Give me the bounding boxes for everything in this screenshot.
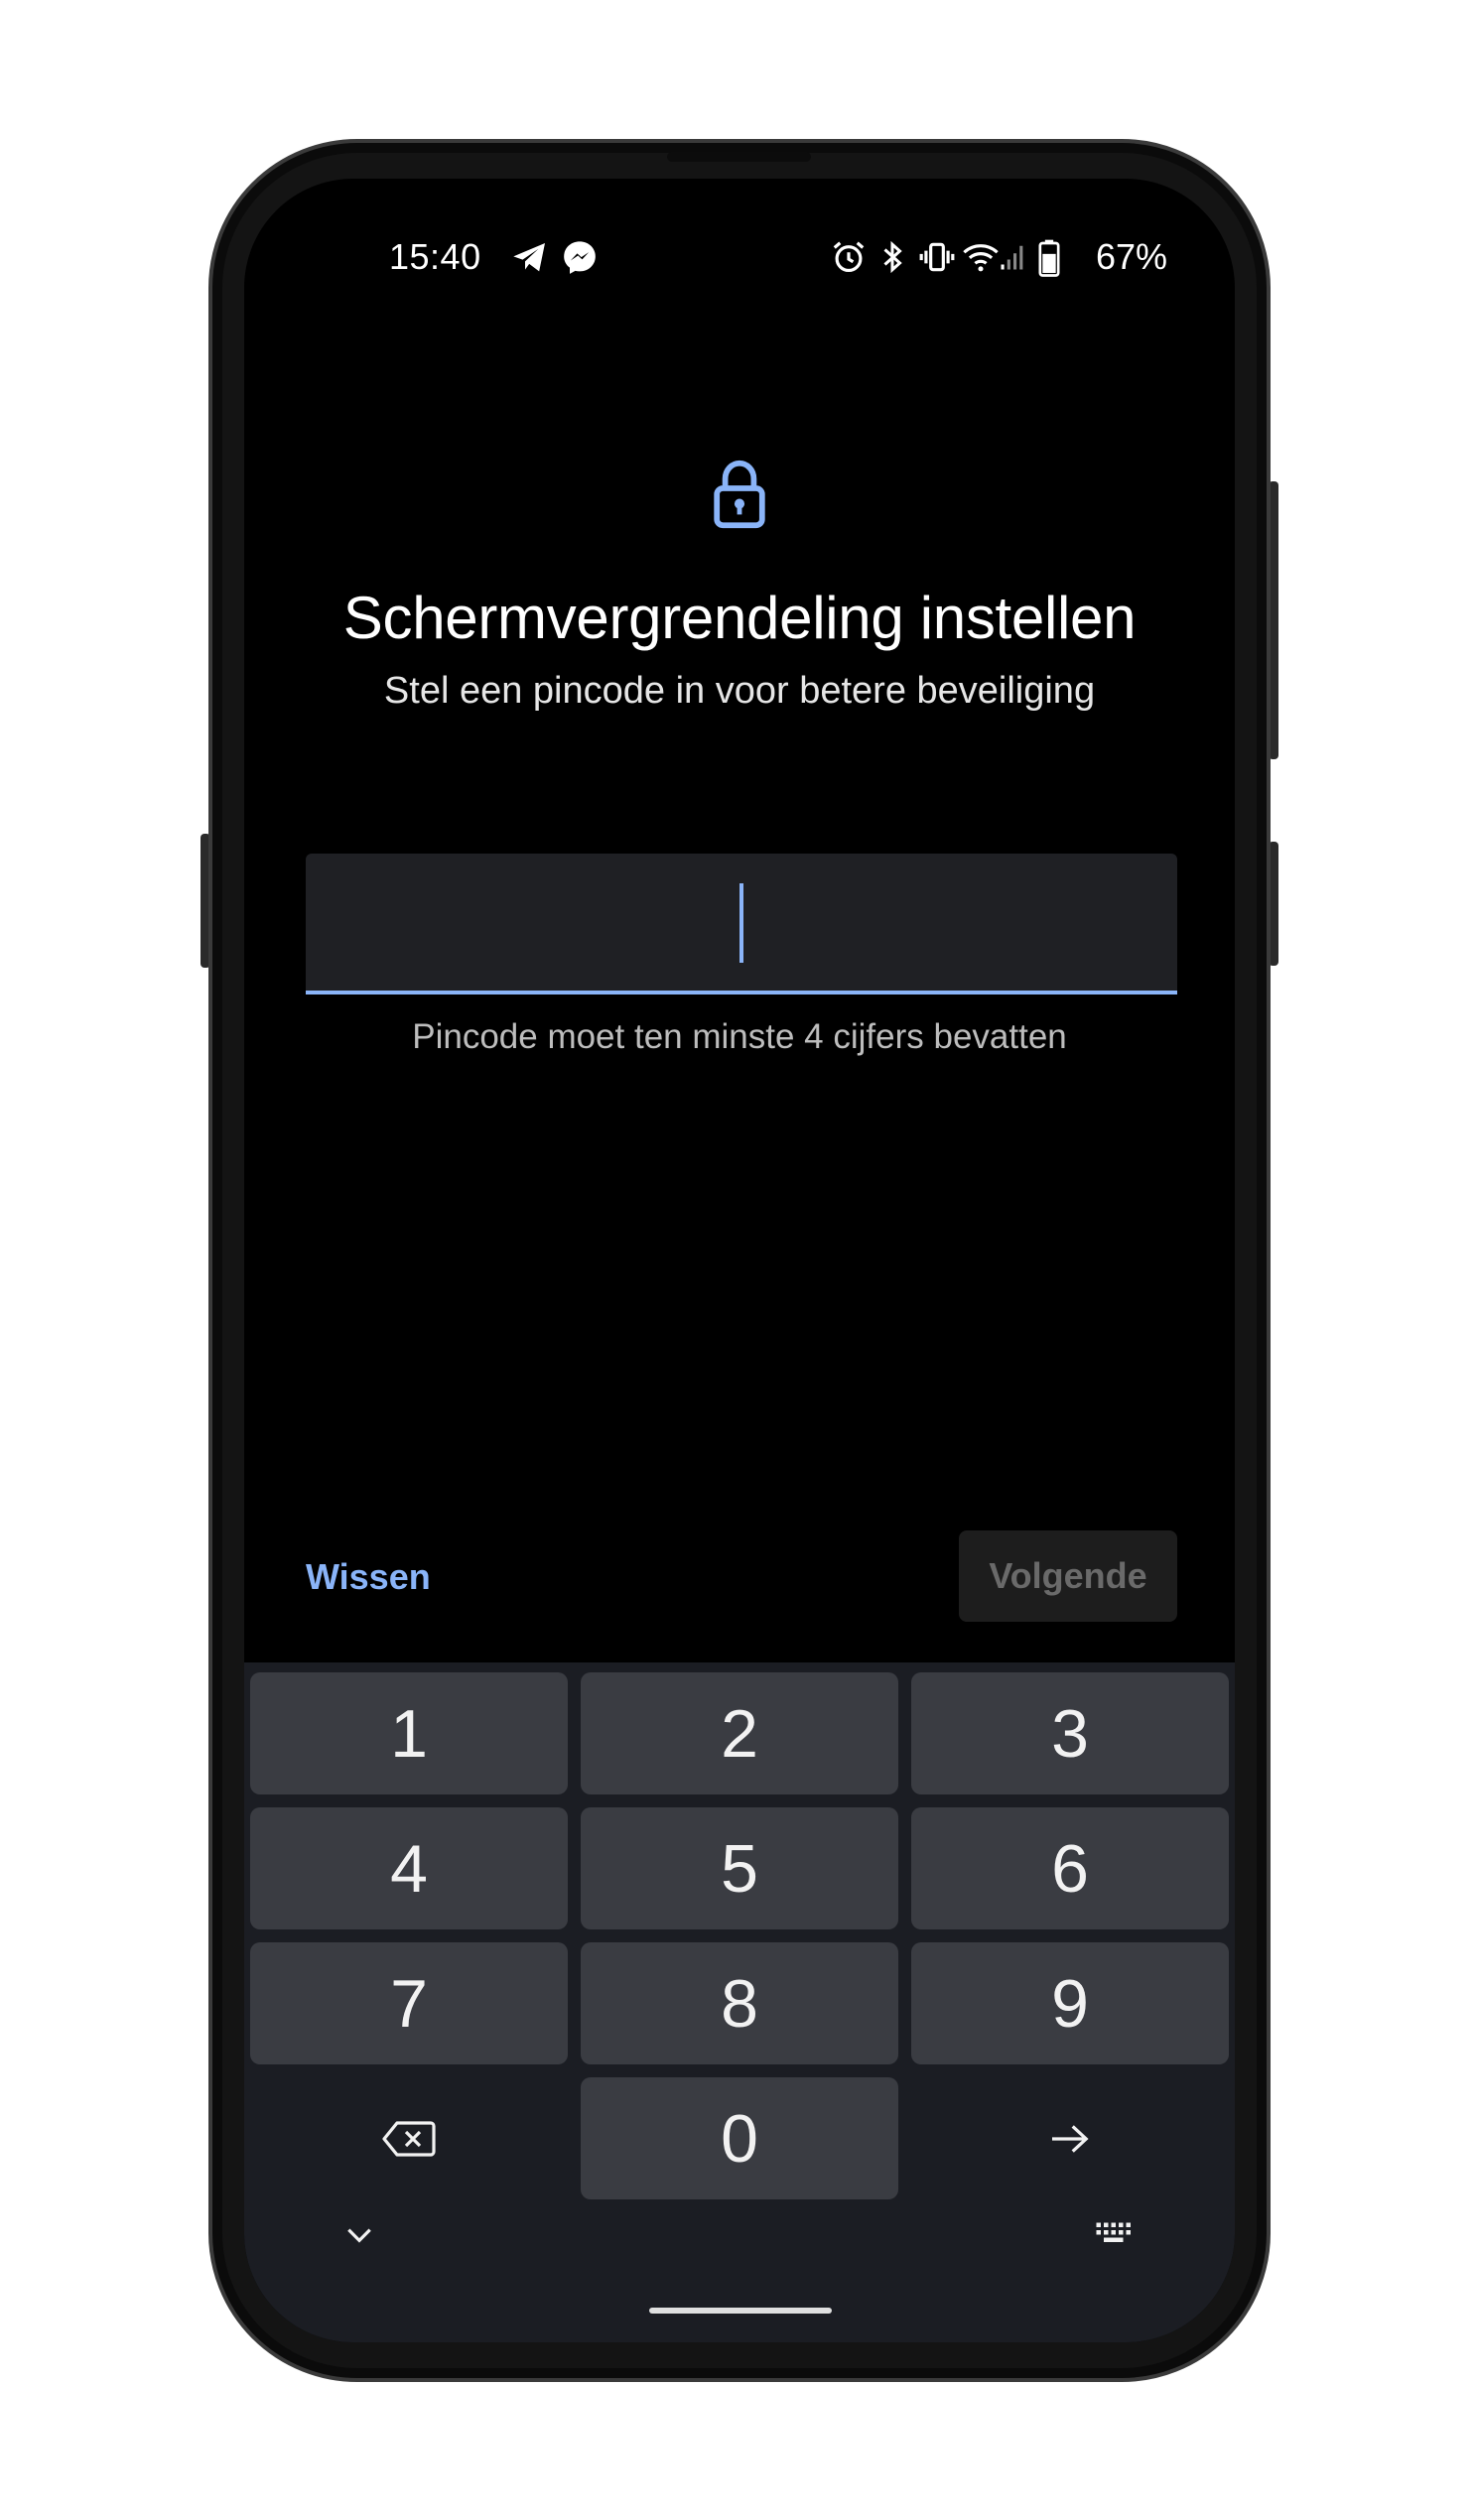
lock-icon — [714, 460, 765, 529]
key-1[interactable]: 1 — [250, 1672, 568, 1794]
page-title: Schermvergrendeling instellen — [342, 585, 1137, 651]
home-indicator[interactable] — [649, 2308, 832, 2314]
key-3[interactable]: 3 — [911, 1672, 1229, 1794]
key-4[interactable]: 4 — [250, 1807, 568, 1929]
key-0[interactable]: 0 — [581, 2077, 898, 2199]
page-subtitle: Stel een pincode in voor betere beveilig… — [383, 670, 1096, 712]
key-5[interactable]: 5 — [581, 1807, 898, 1929]
key-6[interactable]: 6 — [911, 1807, 1229, 1929]
battery-icon — [1038, 239, 1060, 277]
key-9[interactable]: 9 — [911, 1942, 1229, 2064]
pin-input[interactable] — [306, 854, 1177, 995]
backspace-icon — [382, 2120, 436, 2157]
pin-hint: Pincode moet ten minste 4 cijfers bevatt… — [412, 1017, 1067, 1056]
key-8[interactable]: 8 — [581, 1942, 898, 2064]
earpiece-speaker — [667, 152, 811, 162]
bluetooth-icon — [883, 240, 902, 274]
status-time: 15:40 — [389, 236, 481, 277]
wifi-icon — [963, 244, 999, 272]
key-7[interactable]: 7 — [250, 1942, 568, 2064]
numeric-keyboard: 1 2 3 4 5 6 7 8 9 0 — [244, 1662, 1235, 2342]
telegram-icon — [513, 243, 545, 272]
phone-screen: 15:40 67% Schermvergrendeling instellen … — [244, 179, 1235, 2342]
clear-button[interactable]: Wissen — [306, 1556, 431, 1598]
backspace-key[interactable] — [250, 2077, 568, 2199]
keyboard-icon[interactable] — [1093, 2218, 1139, 2248]
status-bar: 15:40 67% — [244, 228, 1235, 288]
key-2[interactable]: 2 — [581, 1672, 898, 1794]
battery-percentage: 67% — [1095, 236, 1167, 277]
next-button[interactable]: Volgende — [959, 1530, 1177, 1622]
enter-key[interactable] — [911, 2077, 1229, 2199]
chevron-down-icon[interactable] — [343, 2223, 375, 2247]
vibrate-icon — [919, 242, 955, 272]
text-cursor — [739, 883, 743, 963]
arrow-right-icon — [1052, 2124, 1089, 2153]
alarm-icon — [833, 241, 865, 273]
messenger-icon — [564, 241, 596, 274]
signal-icon — [1001, 245, 1023, 270]
